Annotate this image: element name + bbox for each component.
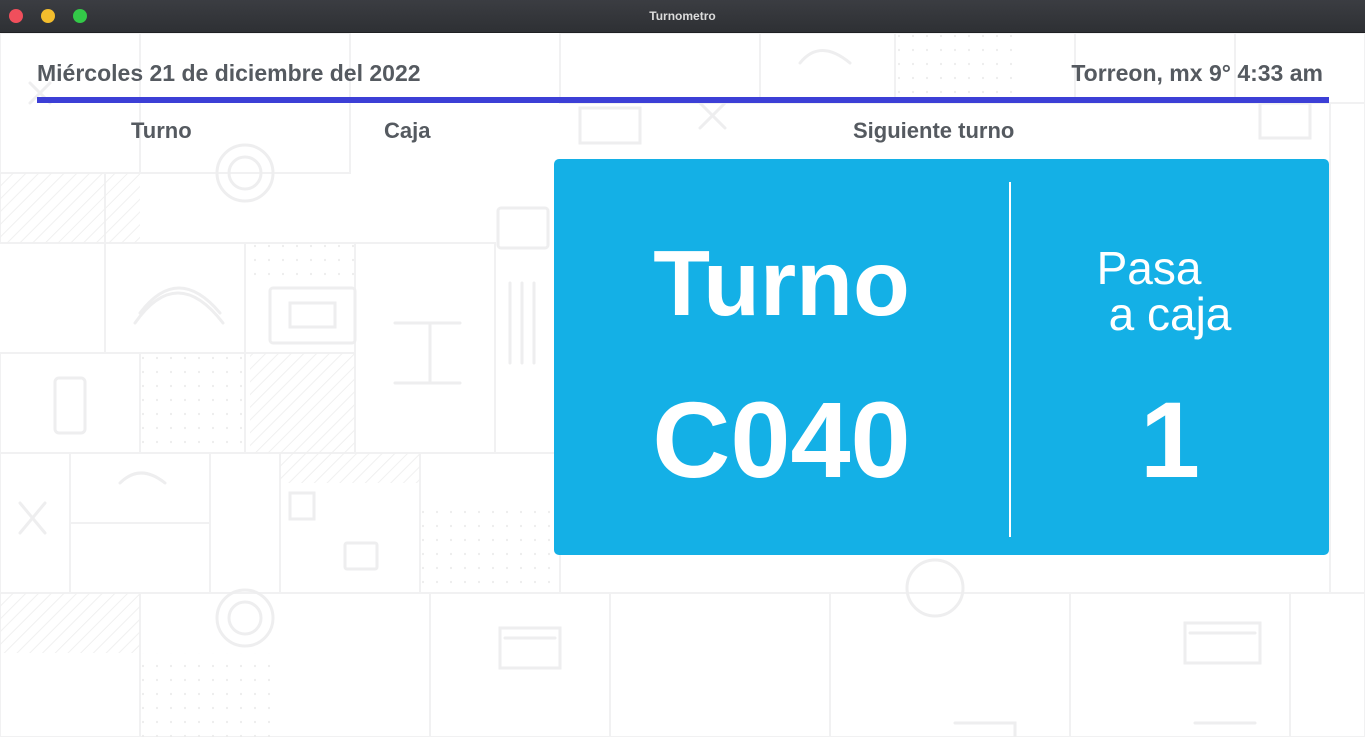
current-date: Miércoles 21 de diciembre del 2022 [37, 60, 421, 86]
pasa-label-line1: Pasa [1096, 242, 1202, 294]
window-title: Turnometro [649, 9, 716, 23]
next-turn-label: Turno [653, 231, 910, 335]
next-turn-header: Siguiente turno [853, 118, 1015, 143]
location-weather-time: Torreon, mx 9° 4:33 am [1071, 60, 1323, 86]
header-divider [37, 97, 1329, 103]
next-turn-code: C040 [652, 379, 911, 500]
pasa-a-caja-label: Pasa a caja [1011, 245, 1329, 337]
next-turn-card: Turno C040 Pasa a caja 1 [554, 159, 1329, 555]
caja-column-header: Caja [384, 118, 431, 143]
title-bar: Turnometro [0, 0, 1365, 33]
main-content: Miércoles 21 de diciembre del 2022 Torre… [0, 33, 1365, 737]
pasa-label-line2: a caja [1108, 288, 1232, 340]
turno-column-header: Turno [131, 118, 192, 143]
next-turn-caja-number: 1 [1139, 379, 1201, 500]
app-window: Turnometro Miércoles 21 de diciembre del… [0, 0, 1365, 737]
